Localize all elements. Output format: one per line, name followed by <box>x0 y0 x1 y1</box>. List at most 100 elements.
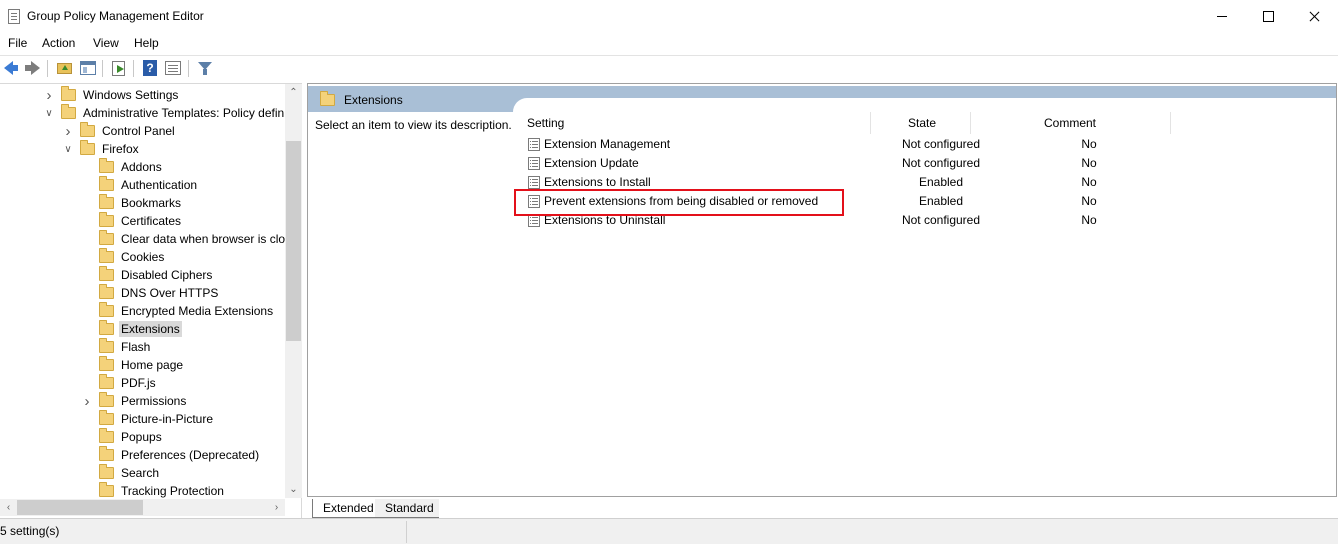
folder-icon <box>61 104 76 119</box>
tree-item[interactable]: Tracking Protection <box>99 482 226 500</box>
folder-icon <box>99 284 114 299</box>
tree-item[interactable]: › Windows Settings <box>47 86 180 104</box>
export-list-icon[interactable] <box>110 59 128 77</box>
setting-comment: No <box>1081 194 1097 208</box>
tree-item[interactable]: Authentication <box>99 176 199 194</box>
tree-item-label: Certificates <box>121 214 182 228</box>
tree-item-label: Windows Settings <box>83 88 179 102</box>
tree-item-label: Firefox <box>102 142 139 156</box>
folder-icon <box>99 248 114 263</box>
setting-state: Not configured <box>901 213 981 227</box>
folder-icon <box>99 266 114 281</box>
setting-comment: No <box>1081 156 1097 170</box>
highlight-box <box>514 189 844 216</box>
scroll-up-icon[interactable]: ⌃ <box>285 84 302 101</box>
tree-item[interactable]: Addons <box>99 158 164 176</box>
status-bar: 5 setting(s) <box>0 518 1338 544</box>
tree-item[interactable]: Extensions <box>99 320 182 338</box>
tree-item[interactable]: Home page <box>99 356 185 374</box>
tree-scroll-thumb[interactable] <box>286 141 301 341</box>
tree-item-label: DNS Over HTTPS <box>121 286 219 300</box>
show-hide-tree-icon[interactable] <box>79 59 97 77</box>
tree-item[interactable]: Clear data when browser is clos <box>99 230 293 248</box>
column-comment[interactable]: Comment <box>1044 116 1096 130</box>
back-arrow-icon[interactable] <box>2 59 20 77</box>
tree-item[interactable]: › Control Panel <box>66 122 177 140</box>
policy-setting-icon <box>528 157 540 170</box>
tree-item-label: Cookies <box>121 250 165 264</box>
forward-arrow-icon[interactable] <box>24 59 42 77</box>
tree-item[interactable]: Certificates <box>99 212 183 230</box>
close-button[interactable] <box>1291 0 1337 32</box>
tree-item-label: Control Panel <box>102 124 175 138</box>
tree-item[interactable]: ∨ Firefox <box>64 140 141 158</box>
menu-bar: File Action View Help <box>0 32 1338 54</box>
menu-file[interactable]: File <box>8 36 27 50</box>
menu-help[interactable]: Help <box>134 36 159 50</box>
column-setting[interactable]: Setting <box>527 116 564 130</box>
filter-icon[interactable] <box>196 59 214 77</box>
maximize-button[interactable] <box>1245 0 1291 32</box>
tab-standard[interactable]: Standard <box>375 499 439 518</box>
table-row[interactable]: Extension Management Not configured No <box>526 135 1226 154</box>
column-state[interactable]: State <box>908 116 936 130</box>
tree-item[interactable]: Search <box>99 464 161 482</box>
chevron-right-icon[interactable]: › <box>82 393 92 410</box>
tab-extended[interactable]: Extended <box>312 499 378 518</box>
tree-item[interactable]: Disabled Ciphers <box>99 266 214 284</box>
tree-item[interactable]: DNS Over HTTPS <box>99 284 220 302</box>
tree-horizontal-scrollbar[interactable]: ‹ › <box>0 499 285 516</box>
setting-comment: No <box>1081 213 1097 227</box>
tree-hscroll-thumb[interactable] <box>17 500 143 515</box>
tree-item[interactable]: Bookmarks <box>99 194 183 212</box>
properties-icon[interactable] <box>164 59 182 77</box>
toolbar: ? <box>0 55 1338 80</box>
tree-item-label: Permissions <box>121 394 187 408</box>
tree-item-label: Popups <box>121 430 162 444</box>
tree-item-label: PDF.js <box>121 376 156 390</box>
chevron-right-icon[interactable]: › <box>63 123 73 140</box>
menu-action[interactable]: Action <box>42 36 75 50</box>
menu-view[interactable]: View <box>93 36 119 50</box>
scroll-right-icon[interactable]: › <box>268 499 285 516</box>
tree-item[interactable]: Picture-in-Picture <box>99 410 215 428</box>
folder-up-icon[interactable] <box>55 59 73 77</box>
minimize-button[interactable] <box>1199 0 1245 32</box>
tree-item[interactable]: Cookies <box>99 248 166 266</box>
folder-icon <box>99 158 114 173</box>
folder-icon <box>99 302 114 317</box>
tree-item-label: Bookmarks <box>121 196 182 210</box>
folder-icon <box>99 212 114 227</box>
folder-icon <box>99 176 114 191</box>
details-header-title: Extensions <box>344 93 403 107</box>
folder-icon <box>99 320 114 335</box>
tree-item[interactable]: Preferences (Deprecated) <box>99 446 261 464</box>
tree-item[interactable]: Popups <box>99 428 164 446</box>
tree-item-label: Search <box>121 466 160 480</box>
app-icon <box>8 9 20 24</box>
tree-item[interactable]: › Permissions <box>85 392 188 410</box>
scroll-down-icon[interactable]: ⌄ <box>285 481 302 498</box>
folder-icon <box>99 194 114 209</box>
title-bar: Group Policy Management Editor <box>0 0 1338 32</box>
tree-item[interactable]: ∨ Administrative Templates: Policy defini <box>45 104 289 122</box>
table-row[interactable]: Extension Update Not configured No <box>526 154 1226 173</box>
tree-item[interactable]: Encrypted Media Extensions <box>99 302 275 320</box>
setting-comment: No <box>1081 175 1097 189</box>
folder-icon <box>99 410 114 425</box>
folder-icon <box>99 230 114 245</box>
chevron-down-icon[interactable]: ∨ <box>44 108 54 119</box>
scroll-left-icon[interactable]: ‹ <box>0 499 17 516</box>
chevron-right-icon[interactable]: › <box>44 87 54 104</box>
setting-state: Not configured <box>901 137 981 151</box>
tree-vertical-scrollbar[interactable]: ⌃ ⌄ <box>285 84 302 498</box>
folder-icon <box>99 464 114 479</box>
tree-item-label: Tracking Protection <box>121 484 224 498</box>
folder-icon <box>61 86 76 101</box>
tree-item[interactable]: PDF.js <box>99 374 158 392</box>
folder-icon <box>99 356 114 371</box>
details-pane: Extensions Select an item to view its de… <box>307 83 1337 497</box>
chevron-down-icon[interactable]: ∨ <box>63 144 73 155</box>
tree-item[interactable]: Flash <box>99 338 152 356</box>
help-icon[interactable]: ? <box>141 59 159 77</box>
